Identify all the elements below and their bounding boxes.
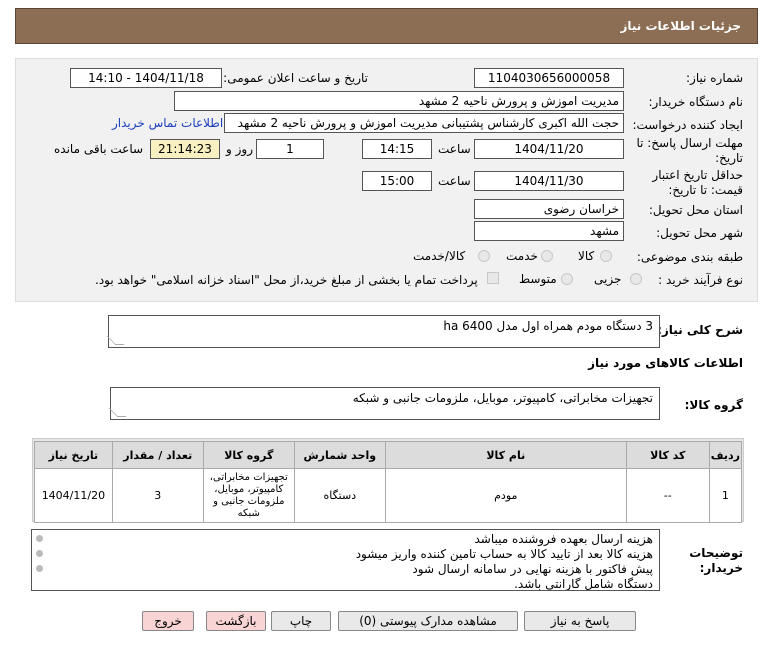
validity-time-label: ساعت — [438, 174, 471, 188]
buyer-notes-label: توضیحات — [689, 546, 743, 560]
process-label: نوع فرآیند خرید : — [658, 273, 743, 287]
col-name: نام کالا — [384, 441, 627, 469]
resize-grip-icon[interactable] — [106, 336, 125, 345]
goods-table-wrapper: ردیف کد کالا نام کالا واحد شمارش گروه کا… — [32, 438, 744, 523]
process-radio-medium[interactable] — [561, 273, 573, 285]
resize-grip-icon[interactable] — [108, 408, 127, 417]
reply-button[interactable]: پاسخ به نیاز — [524, 611, 636, 631]
remaining-label: ساعت باقی مانده — [54, 142, 144, 156]
col-date: تاریخ نیاز — [34, 441, 113, 469]
price-validity-label-2: قیمت: تا تاریخ: — [668, 183, 743, 197]
reply-time-label: ساعت — [438, 142, 471, 156]
notes-line: هزینه ارسال بعهده فروشنده میباشد — [474, 532, 654, 546]
city-label: شهر محل تحویل: — [656, 226, 743, 240]
goods-group-label: گروه کالا: — [684, 398, 743, 412]
cell-unit: دستگاه — [293, 468, 386, 523]
process-option-minor: جزیی — [594, 272, 622, 286]
buyer-notes-textarea[interactable]: هزینه ارسال بعهده فروشنده میباشد هزینه ک… — [31, 529, 660, 591]
category-option-service: خدمت — [506, 249, 538, 263]
process-option-medium: متوسط — [519, 272, 557, 286]
summary-label: شرح کلی نیاز: — [657, 323, 743, 337]
days-label: روز و — [226, 142, 253, 156]
back-button[interactable]: بازگشت — [206, 611, 266, 631]
category-label: طبقه بندی موضوعی: — [636, 250, 743, 264]
col-code: کد کالا — [625, 441, 710, 469]
table-header-row: ردیف کد کالا نام کالا واحد شمارش گروه کا… — [34, 441, 743, 469]
scroll-up-icon[interactable] — [36, 535, 43, 542]
price-validity-label: حداقل تاریخ اعتبار — [652, 168, 743, 182]
page-title: جزئیات اطلاعات نیاز — [620, 19, 741, 33]
city-field[interactable]: مشهد — [474, 221, 624, 241]
treasury-payment-checkbox[interactable] — [487, 272, 499, 284]
col-group: گروه کالا — [202, 441, 295, 469]
notes-scrollbar[interactable] — [34, 532, 44, 588]
table-row[interactable]: 1 -- مودم دستگاه تجهیزات مخابراتی، کامپی… — [34, 468, 743, 523]
requester-field[interactable]: حجت الله اکبری کارشناس پشتیبانی مدیریت ا… — [224, 113, 624, 133]
category-radio-service[interactable] — [541, 250, 553, 262]
cell-date: 1404/11/20 — [34, 468, 113, 523]
col-qty: تعداد / مقدار — [111, 441, 204, 469]
cell-code: -- — [625, 468, 710, 523]
treasury-payment-note: پرداخت تمام یا بخشی از مبلغ خرید،از محل … — [95, 273, 478, 287]
print-button[interactable]: چاپ — [271, 611, 331, 631]
exit-button[interactable]: خروج — [142, 611, 194, 631]
cell-qty: 3 — [111, 468, 204, 523]
reply-date-field[interactable]: 1404/11/20 — [474, 139, 624, 159]
summary-text: 3 دستگاه مودم همراه اول مدل ha 6400 — [443, 319, 653, 333]
category-radio-both[interactable] — [478, 250, 490, 262]
remaining-time-field: 21:14:23 — [150, 139, 220, 159]
goods-info-title: اطلاعات کالاهای مورد نیاز — [588, 356, 743, 370]
process-radio-minor[interactable] — [630, 273, 642, 285]
cell-name: مودم — [384, 468, 627, 523]
goods-group-text: تجهیزات مخابراتی، کامپیوتر، موبایل، ملزو… — [352, 391, 653, 405]
announce-field[interactable]: 1404/11/18 - 14:10 — [70, 68, 222, 88]
validity-time-field[interactable]: 15:00 — [362, 171, 432, 191]
category-radio-goods[interactable] — [600, 250, 612, 262]
category-option-both: کالا/خدمت — [413, 249, 466, 263]
announce-label: تاریخ و ساعت اعلان عمومی: — [223, 71, 368, 85]
reply-time-field[interactable]: 14:15 — [362, 139, 432, 159]
scroll-down-icon[interactable] — [36, 565, 43, 572]
validity-date-field[interactable]: 1404/11/30 — [474, 171, 624, 191]
category-option-goods: کالا — [578, 249, 595, 263]
summary-textarea[interactable]: 3 دستگاه مودم همراه اول مدل ha 6400 — [106, 315, 660, 348]
goods-group-textarea[interactable]: تجهیزات مخابراتی، کامپیوتر، موبایل، ملزو… — [108, 387, 660, 420]
goods-table: ردیف کد کالا نام کالا واحد شمارش گروه کا… — [34, 441, 743, 523]
cell-group: تجهیزات مخابراتی، کامپیوتر، موبایل، ملزو… — [202, 468, 295, 523]
cell-row: 1 — [708, 468, 743, 523]
buyer-org-label: نام دستگاه خریدار: — [648, 95, 744, 109]
contact-info-link[interactable]: اطلاعات تماس خریدار — [112, 116, 223, 130]
col-row: ردیف — [708, 441, 743, 469]
need-number-field[interactable]: 1104030656000058 — [474, 68, 624, 88]
col-unit: واحد شمارش — [293, 441, 386, 469]
notes-line: هزینه کالا بعد از تایید کالا به حساب تام… — [355, 547, 653, 561]
scroll-thumb-icon[interactable] — [36, 550, 43, 557]
buyer-notes-label-2: خریدار: — [699, 561, 743, 575]
reply-deadline-label-2: تاریخ: — [715, 151, 743, 165]
notes-line: پیش فاکتور با هزینه نهایی در سامانه ارسا… — [412, 562, 653, 576]
province-field[interactable]: خراسان رضوی — [474, 199, 624, 219]
province-label: استان محل تحویل: — [648, 203, 743, 217]
days-field[interactable]: 1 — [256, 139, 324, 159]
need-number-label: شماره نیاز: — [686, 71, 743, 85]
requester-label: ایجاد کننده درخواست: — [632, 118, 743, 132]
attachments-button[interactable]: مشاهده مدارک پیوستی (0) — [338, 611, 518, 631]
buyer-org-field[interactable]: مدیریت اموزش و پرورش ناحیه 2 مشهد — [174, 91, 624, 111]
notes-line: دستگاه شامل گارانتی باشد. — [514, 577, 653, 591]
reply-deadline-label: مهلت ارسال پاسخ: تا — [636, 136, 743, 150]
page-header: جزئیات اطلاعات نیاز — [15, 8, 758, 44]
